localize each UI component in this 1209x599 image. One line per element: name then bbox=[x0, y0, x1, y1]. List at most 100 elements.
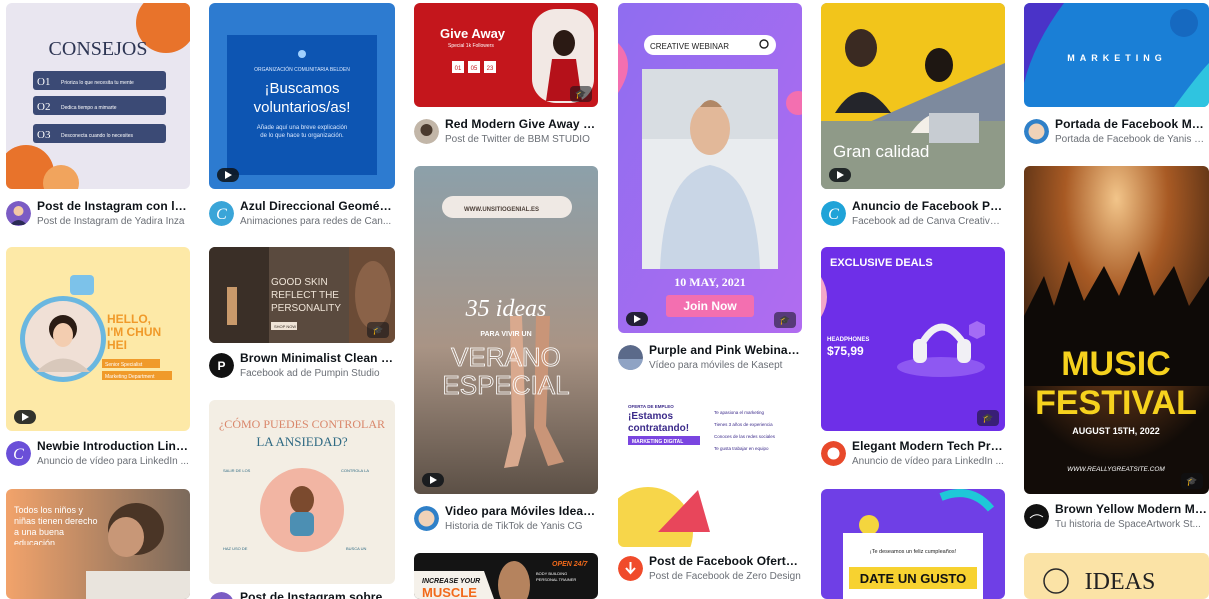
thumb-heading: EXCLUSIVE DEALS bbox=[830, 257, 933, 269]
template-thumbnail[interactable]: CREATIVE WEBINAR 10 MAY, 2021 Join Now 🎓 bbox=[618, 3, 802, 333]
thumb-heading: Gran calidad bbox=[833, 142, 929, 161]
card-title[interactable]: Newbie Introduction Linke... bbox=[37, 439, 190, 453]
template-card-good-skin[interactable]: GOOD SKIN REFLECT THE PERSONALITY SHOP N… bbox=[209, 247, 395, 383]
author-avatar[interactable] bbox=[1024, 119, 1049, 144]
template-thumbnail[interactable]: ¡Te deseamos un feliz cumpleaños! DATE U… bbox=[821, 489, 1005, 599]
card-author: Post de Instagram de Yadira Inza bbox=[37, 216, 185, 227]
card-title[interactable]: Video para Móviles Ideas V... bbox=[445, 504, 598, 518]
card-title[interactable]: Red Modern Give Away Twi... bbox=[445, 117, 598, 131]
template-thumbnail[interactable]: CONSEJOS O1 Prioriza lo que necesita tu … bbox=[6, 3, 190, 189]
thumb-heading: ¡Buscamos bbox=[264, 80, 339, 97]
thumbnail-art: HELLO, I'M CHUN HEI Senior Specialist Ma… bbox=[6, 247, 190, 431]
template-card-gran-calidad[interactable]: Gran calidad C Anuncio de Facebook Pres.… bbox=[821, 3, 1005, 229]
card-title[interactable]: Azul Direccional Geométri... bbox=[240, 199, 395, 213]
author-avatar[interactable] bbox=[618, 345, 643, 370]
author-avatar[interactable] bbox=[209, 592, 234, 599]
thumb-heading: MARKETING bbox=[1067, 53, 1167, 63]
author-avatar[interactable]: C bbox=[6, 441, 31, 466]
template-thumbnail[interactable]: INCREASE YOUR MUSCLE OPEN 24/7 BODY BUIL… bbox=[414, 553, 598, 599]
template-card-chun-hei[interactable]: HELLO, I'M CHUN HEI Senior Specialist Ma… bbox=[6, 247, 190, 473]
author-avatar[interactable]: C bbox=[821, 201, 846, 226]
template-thumbnail[interactable]: ¿CÓMO PUEDES CONTROLAR LA ANSIEDAD? SALI… bbox=[209, 400, 395, 584]
req-item: Te gusta trabajar en equipo bbox=[714, 446, 769, 451]
author-avatar[interactable] bbox=[821, 441, 846, 466]
author-avatar[interactable] bbox=[414, 506, 439, 531]
template-thumbnail[interactable]: Give Away Special 1k Followers 01 05 23 … bbox=[414, 3, 598, 107]
template-card-webinar[interactable]: CREATIVE WEBINAR 10 MAY, 2021 Join Now 🎓… bbox=[618, 3, 802, 373]
template-thumbnail[interactable]: EXCLUSIVE DEALS HEADPHONES $75,99 🎓 bbox=[821, 247, 1005, 431]
template-card-music[interactable]: MUSIC FESTIVAL AUGUST 15TH, 2022 WWW.REA… bbox=[1024, 166, 1209, 536]
template-thumbnail[interactable]: ORGANIZACIÓN COMUNITARIA BELDEN ¡Buscamo… bbox=[209, 3, 395, 189]
author-avatar[interactable]: P bbox=[209, 353, 234, 378]
template-thumbnail[interactable]: GOOD SKIN REFLECT THE PERSONALITY SHOP N… bbox=[209, 247, 395, 343]
template-card-verano[interactable]: WWW.UNSITIOGENIAL.ES 35 ideas PARA VIVIR… bbox=[414, 166, 598, 536]
card-author: Facebook ad de Pumpin Studio bbox=[240, 368, 380, 379]
thumb-heading: ESPECIAL bbox=[442, 370, 569, 400]
thumb-cta: Join Now bbox=[683, 299, 737, 313]
template-card-voluntarios[interactable]: ORGANIZACIÓN COMUNITARIA BELDEN ¡Buscamo… bbox=[209, 3, 395, 229]
video-badge-icon bbox=[626, 312, 648, 326]
card-title[interactable]: Brown Yellow Modern Mus... bbox=[1055, 502, 1209, 516]
template-thumbnail[interactable]: Gran calidad bbox=[821, 3, 1005, 189]
thumb-sub: PARA VIVIR UN bbox=[480, 331, 531, 338]
svg-text:BODY BUILDING: BODY BUILDING bbox=[536, 571, 567, 576]
video-badge-icon bbox=[14, 410, 36, 424]
author-avatar[interactable]: C bbox=[209, 201, 234, 226]
card-title[interactable]: Brown Minimalist Clean M... bbox=[240, 351, 395, 365]
thumb-heading: 35 ideas bbox=[465, 296, 547, 322]
template-thumbnail[interactable]: MARKETING bbox=[1024, 3, 1209, 107]
template-card-marketing[interactable]: MARKETING Portada de Facebook Mark... Po… bbox=[1024, 3, 1209, 149]
template-card-ninos[interactable]: Todos los niños y niñas tienen derecho a… bbox=[6, 489, 190, 599]
template-card-date-gusto[interactable]: ¡Te deseamos un feliz cumpleaños! DATE U… bbox=[821, 489, 1005, 599]
thumbnail-art: WWW.UNSITIOGENIAL.ES 35 ideas PARA VIVIR… bbox=[414, 166, 598, 494]
template-thumbnail[interactable]: WWW.UNSITIOGENIAL.ES 35 ideas PARA VIVIR… bbox=[414, 166, 598, 494]
thumbnail-art: MARKETING bbox=[1024, 3, 1209, 107]
card-title[interactable]: Post de Instagram sobre la... bbox=[240, 590, 395, 599]
thumbnail-art: CONSEJOS O1 Prioriza lo que necesita tu … bbox=[6, 3, 190, 189]
template-card-giveaway[interactable]: Give Away Special 1k Followers 01 05 23 … bbox=[414, 3, 598, 149]
card-title[interactable]: Portada de Facebook Mark... bbox=[1055, 117, 1209, 131]
thumb-heading: LA ANSIEDAD? bbox=[256, 434, 348, 449]
template-card-oferta[interactable]: OFERTA DE EMPLEO ¡Estamos contratando! M… bbox=[618, 392, 802, 599]
template-card-ideas[interactable]: IDEAS bbox=[1024, 553, 1209, 599]
card-author: Tu historia de SpaceArtwork St... bbox=[1055, 519, 1201, 530]
svg-text:C: C bbox=[828, 206, 839, 223]
thumbnail-art: Gran calidad bbox=[821, 3, 1005, 189]
card-author: Post de Twitter de BBM STUDIO bbox=[445, 134, 590, 145]
thumb-heading: IDEAS bbox=[1085, 569, 1156, 595]
thumb-url: WWW.REALLYGREATSITE.COM bbox=[1067, 466, 1165, 473]
card-author: Animaciones para redes de Can... bbox=[240, 216, 392, 227]
author-avatar[interactable] bbox=[618, 556, 643, 581]
thumb-sub: INCREASE YOUR bbox=[422, 578, 480, 585]
thumbnail-art: ¿CÓMO PUEDES CONTROLAR LA ANSIEDAD? SALI… bbox=[209, 400, 395, 584]
author-avatar[interactable] bbox=[1024, 504, 1049, 529]
author-avatar[interactable] bbox=[6, 201, 31, 226]
card-title[interactable]: Anuncio de Facebook Pres... bbox=[852, 199, 1005, 213]
req-item: Conoces de las redes sociales bbox=[714, 434, 776, 439]
card-title[interactable]: Purple and Pink Webinar ... bbox=[649, 343, 802, 357]
svg-text:C: C bbox=[13, 446, 24, 463]
card-author: Anuncio de vídeo para LinkedIn ... bbox=[37, 456, 189, 467]
thumbnail-art: ¡Te deseamos un feliz cumpleaños! DATE U… bbox=[821, 489, 1005, 599]
card-title[interactable]: Post de Instagram con list... bbox=[37, 199, 190, 213]
thumb-heading: ¡Estamos bbox=[628, 411, 673, 422]
thumbnail-art: EXCLUSIVE DEALS HEADPHONES $75,99 bbox=[821, 247, 1005, 431]
svg-text:PERSONAL TRAINER: PERSONAL TRAINER bbox=[536, 577, 576, 582]
card-title[interactable]: Elegant Modern Tech Prod... bbox=[852, 439, 1005, 453]
card-title[interactable]: Post de Facebook Oferta d... bbox=[649, 554, 802, 568]
card-author: Facebook ad de Canva Creative ... bbox=[852, 216, 1005, 227]
thumbnail-art: OFERTA DE EMPLEO ¡Estamos contratando! M… bbox=[618, 392, 802, 547]
template-thumbnail[interactable]: IDEAS bbox=[1024, 553, 1209, 599]
template-thumbnail[interactable]: OFERTA DE EMPLEO ¡Estamos contratando! M… bbox=[618, 392, 802, 547]
template-thumbnail[interactable]: Todos los niños y niñas tienen derecho a… bbox=[6, 489, 190, 599]
thumb-heading: CONSEJOS bbox=[49, 38, 148, 60]
template-thumbnail[interactable]: MUSIC FESTIVAL AUGUST 15TH, 2022 WWW.REA… bbox=[1024, 166, 1209, 494]
template-card-headphones[interactable]: EXCLUSIVE DEALS HEADPHONES $75,99 🎓 Eleg… bbox=[821, 247, 1005, 473]
author-avatar[interactable] bbox=[414, 119, 439, 144]
template-card-ansiedad[interactable]: ¿CÓMO PUEDES CONTROLAR LA ANSIEDAD? SALI… bbox=[209, 400, 395, 599]
graduation-cap-icon: 🎓 bbox=[774, 312, 796, 328]
template-thumbnail[interactable]: HELLO, I'M CHUN HEI Senior Specialist Ma… bbox=[6, 247, 190, 431]
template-card-consejos[interactable]: CONSEJOS O1 Prioriza lo que necesita tu … bbox=[6, 3, 190, 229]
thumb-heading: VERANO bbox=[451, 342, 561, 372]
template-card-muscle[interactable]: INCREASE YOUR MUSCLE OPEN 24/7 BODY BUIL… bbox=[414, 553, 598, 599]
